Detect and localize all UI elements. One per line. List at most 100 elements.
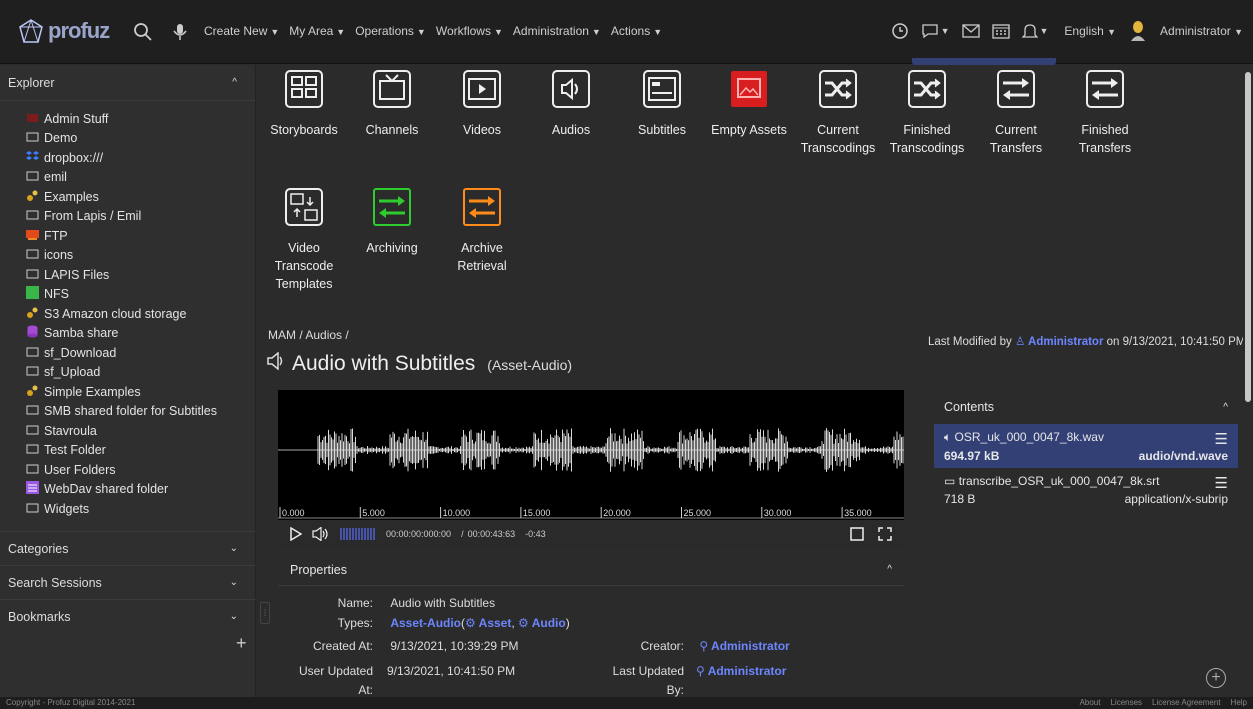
tile-label: Audios <box>551 123 591 137</box>
tile-audios[interactable]: Audios <box>526 67 616 139</box>
sidebar-tree-item[interactable]: Admin Stuff <box>26 109 255 129</box>
scrollbar-thumb[interactable] <box>1245 72 1251 402</box>
bookmarks-section[interactable]: Bookmarks ⌄ <box>0 599 256 633</box>
folder-icon <box>26 345 39 361</box>
tile-empty-assets[interactable]: Empty Assets <box>704 67 794 139</box>
tile-channels[interactable]: Channels <box>347 67 437 139</box>
bell-icon <box>1021 24 1038 38</box>
sidebar-tree-item[interactable]: Demo <box>26 129 255 149</box>
sidebar-tree-item-label: S3 Amazon cloud storage <box>44 306 187 321</box>
tile-videos[interactable]: Videos <box>437 67 527 139</box>
asset-name-value: Audio with Subtitles <box>390 596 496 610</box>
tile-storyboards[interactable]: Storyboards <box>262 67 349 139</box>
mail-icon[interactable] <box>961 24 980 38</box>
sidebar-tree-item[interactable]: Widgets <box>26 499 255 519</box>
tile-subtitles[interactable]: Subtitles <box>617 67 707 139</box>
sidebar-tree-item[interactable]: Examples <box>26 187 255 207</box>
footer-help-link[interactable]: Help <box>1231 698 1247 707</box>
search-sessions-section[interactable]: Search Sessions ⌄ <box>0 565 256 599</box>
profuz-logo[interactable]: profuz <box>18 14 114 48</box>
notifications-menu[interactable]: ▼ <box>1021 22 1048 40</box>
type-asset-link[interactable]: ⚙ Asset <box>465 616 511 630</box>
shuffle-icon <box>908 70 946 108</box>
sidebar-tree-item[interactable]: LAPIS Files <box>26 265 255 285</box>
menu-my-area[interactable]: My Area ▼ <box>289 24 345 38</box>
sidebar-tree-item[interactable]: FTP <box>26 226 255 246</box>
sidebar-tree-item[interactable]: icons <box>26 246 255 266</box>
sidebar-tree-item-label: Test Folder <box>44 443 106 458</box>
sidebar-tree-item[interactable]: Stavroula <box>26 421 255 441</box>
language-select[interactable]: English ▼ <box>1064 24 1116 38</box>
breadcrumb[interactable]: MAM / Audios / <box>268 328 349 342</box>
content-item[interactable]: 🔈︎ OSR_uk_000_0047_8k.wav 694.97 kB audio… <box>934 424 1238 468</box>
content-menu-icon[interactable]: ☰ <box>1215 430 1228 448</box>
waveform-viewer[interactable]: 0.000 5.000 10.000 15.000 20.000 25.000 30.000… <box>278 390 904 520</box>
last-modified-user-link[interactable]: ♙ Administrator <box>1015 336 1103 348</box>
content-menu-icon[interactable]: ☰ <box>1215 474 1228 492</box>
creator-link[interactable]: ⚲ Administrator <box>699 639 789 653</box>
tile-archiving[interactable]: Archiving <box>347 185 437 257</box>
folder-icon <box>26 267 39 283</box>
add-button[interactable]: + <box>236 633 247 654</box>
explorer-header[interactable]: Explorer ^ <box>0 65 255 101</box>
chat-menu[interactable]: ▼ <box>921 23 950 39</box>
logo-text: profuz <box>48 18 110 43</box>
sidebar-tree-item[interactable]: Samba share <box>26 324 255 344</box>
asset-title: Audio with Subtitles <box>292 352 476 375</box>
type-asset-audio-link[interactable]: Asset-Audio <box>390 616 461 630</box>
sidebar-tree-item[interactable]: dropbox:/// <box>26 148 255 168</box>
tile-label: Videos <box>463 123 501 137</box>
sidebar-tree-item[interactable]: Test Folder <box>26 441 255 461</box>
categories-section[interactable]: Categories ⌄ <box>0 531 256 565</box>
play-icon[interactable] <box>290 527 302 541</box>
history-icon[interactable] <box>891 22 909 40</box>
footer-licenses-link[interactable]: Licenses <box>1110 698 1142 707</box>
sidebar-tree-item[interactable]: WebDav shared folder <box>26 480 255 500</box>
menu-actions[interactable]: Actions ▼ <box>611 24 662 38</box>
add-fab-button[interactable]: + <box>1206 668 1226 688</box>
chevron-down-icon: ⌄ <box>229 543 238 554</box>
microphone-icon[interactable] <box>170 22 190 42</box>
page-scrollbar[interactable] <box>1243 64 1253 697</box>
waveform[interactable]: 0.000 5.000 10.000 15.000 20.000 25.000 30.000… <box>278 390 904 520</box>
footer-license-agreement-link[interactable]: License Agreement <box>1152 698 1221 707</box>
sidebar-tree-item[interactable]: Simple Examples <box>26 382 255 402</box>
tile-current-transfers[interactable]: Current Transfers <box>971 67 1061 157</box>
tile-archive-retrieval[interactable]: Archive Retrieval <box>437 185 527 275</box>
contents-header[interactable]: Contents ^ <box>934 390 1238 424</box>
sidebar-tree-item-label: icons <box>44 248 74 263</box>
tile-finished-transfers[interactable]: Finished Transfers <box>1060 67 1150 157</box>
content-item[interactable]: ▭ transcribe_OSR_uk_000_0047_8k.srt 718 … <box>934 468 1238 512</box>
sidebar-tree-item[interactable]: sf_Download <box>26 343 255 363</box>
tile-video-transcode-templates[interactable]: Video Transcode Templates <box>262 185 349 293</box>
stop-icon[interactable] <box>850 527 864 541</box>
type-audio-link[interactable]: ⚙ Audio <box>518 616 566 630</box>
menu-workflows[interactable]: Workflows ▼ <box>436 24 503 38</box>
sidebar-tree-item[interactable]: NFS <box>26 285 255 305</box>
fullscreen-icon[interactable] <box>878 527 892 541</box>
sidebar-tree-item[interactable]: SMB shared folder for Subtitles <box>26 402 255 422</box>
calendar-icon[interactable] <box>991 23 1010 39</box>
footer-about-link[interactable]: About <box>1080 698 1101 707</box>
prop-last-updated-row: Last Updated By: ⚲ Administrator <box>612 664 787 697</box>
sidebar-tree-item[interactable]: emil <box>26 168 255 188</box>
user-menu[interactable]: Administrator ▼ <box>1160 24 1243 38</box>
sidebar-tree-item[interactable]: S3 Amazon cloud storage <box>26 304 255 324</box>
sidebar-tree-item[interactable]: From Lapis / Emil <box>26 207 255 227</box>
menu-operations[interactable]: Operations ▼ <box>355 24 426 38</box>
sidebar-tree-item[interactable]: User Folders <box>26 460 255 480</box>
timecode-separator: / <box>461 529 464 539</box>
subtitles-file-icon: ▭ <box>944 474 956 488</box>
last-updated-by-link[interactable]: ⚲ Administrator <box>696 662 786 681</box>
tile-current-transcodings[interactable]: Current Transcodings <box>793 67 883 157</box>
chevron-up-icon: ^ <box>887 564 892 575</box>
properties-header[interactable]: Properties ^ <box>278 554 904 586</box>
search-icon[interactable] <box>133 22 153 42</box>
menu-administration[interactable]: Administration ▼ <box>513 24 601 38</box>
audio-player-controls: 00:00:00:000:00 / 00:00:43:63 -0:43 <box>278 520 904 548</box>
volume-slider[interactable] <box>340 528 376 540</box>
menu-create-new[interactable]: Create New ▼ <box>204 24 279 38</box>
sidebar-tree-item[interactable]: sf_Upload <box>26 363 255 383</box>
volume-icon[interactable] <box>312 527 330 541</box>
tile-finished-transcodings[interactable]: Finished Transcodings <box>882 67 972 157</box>
